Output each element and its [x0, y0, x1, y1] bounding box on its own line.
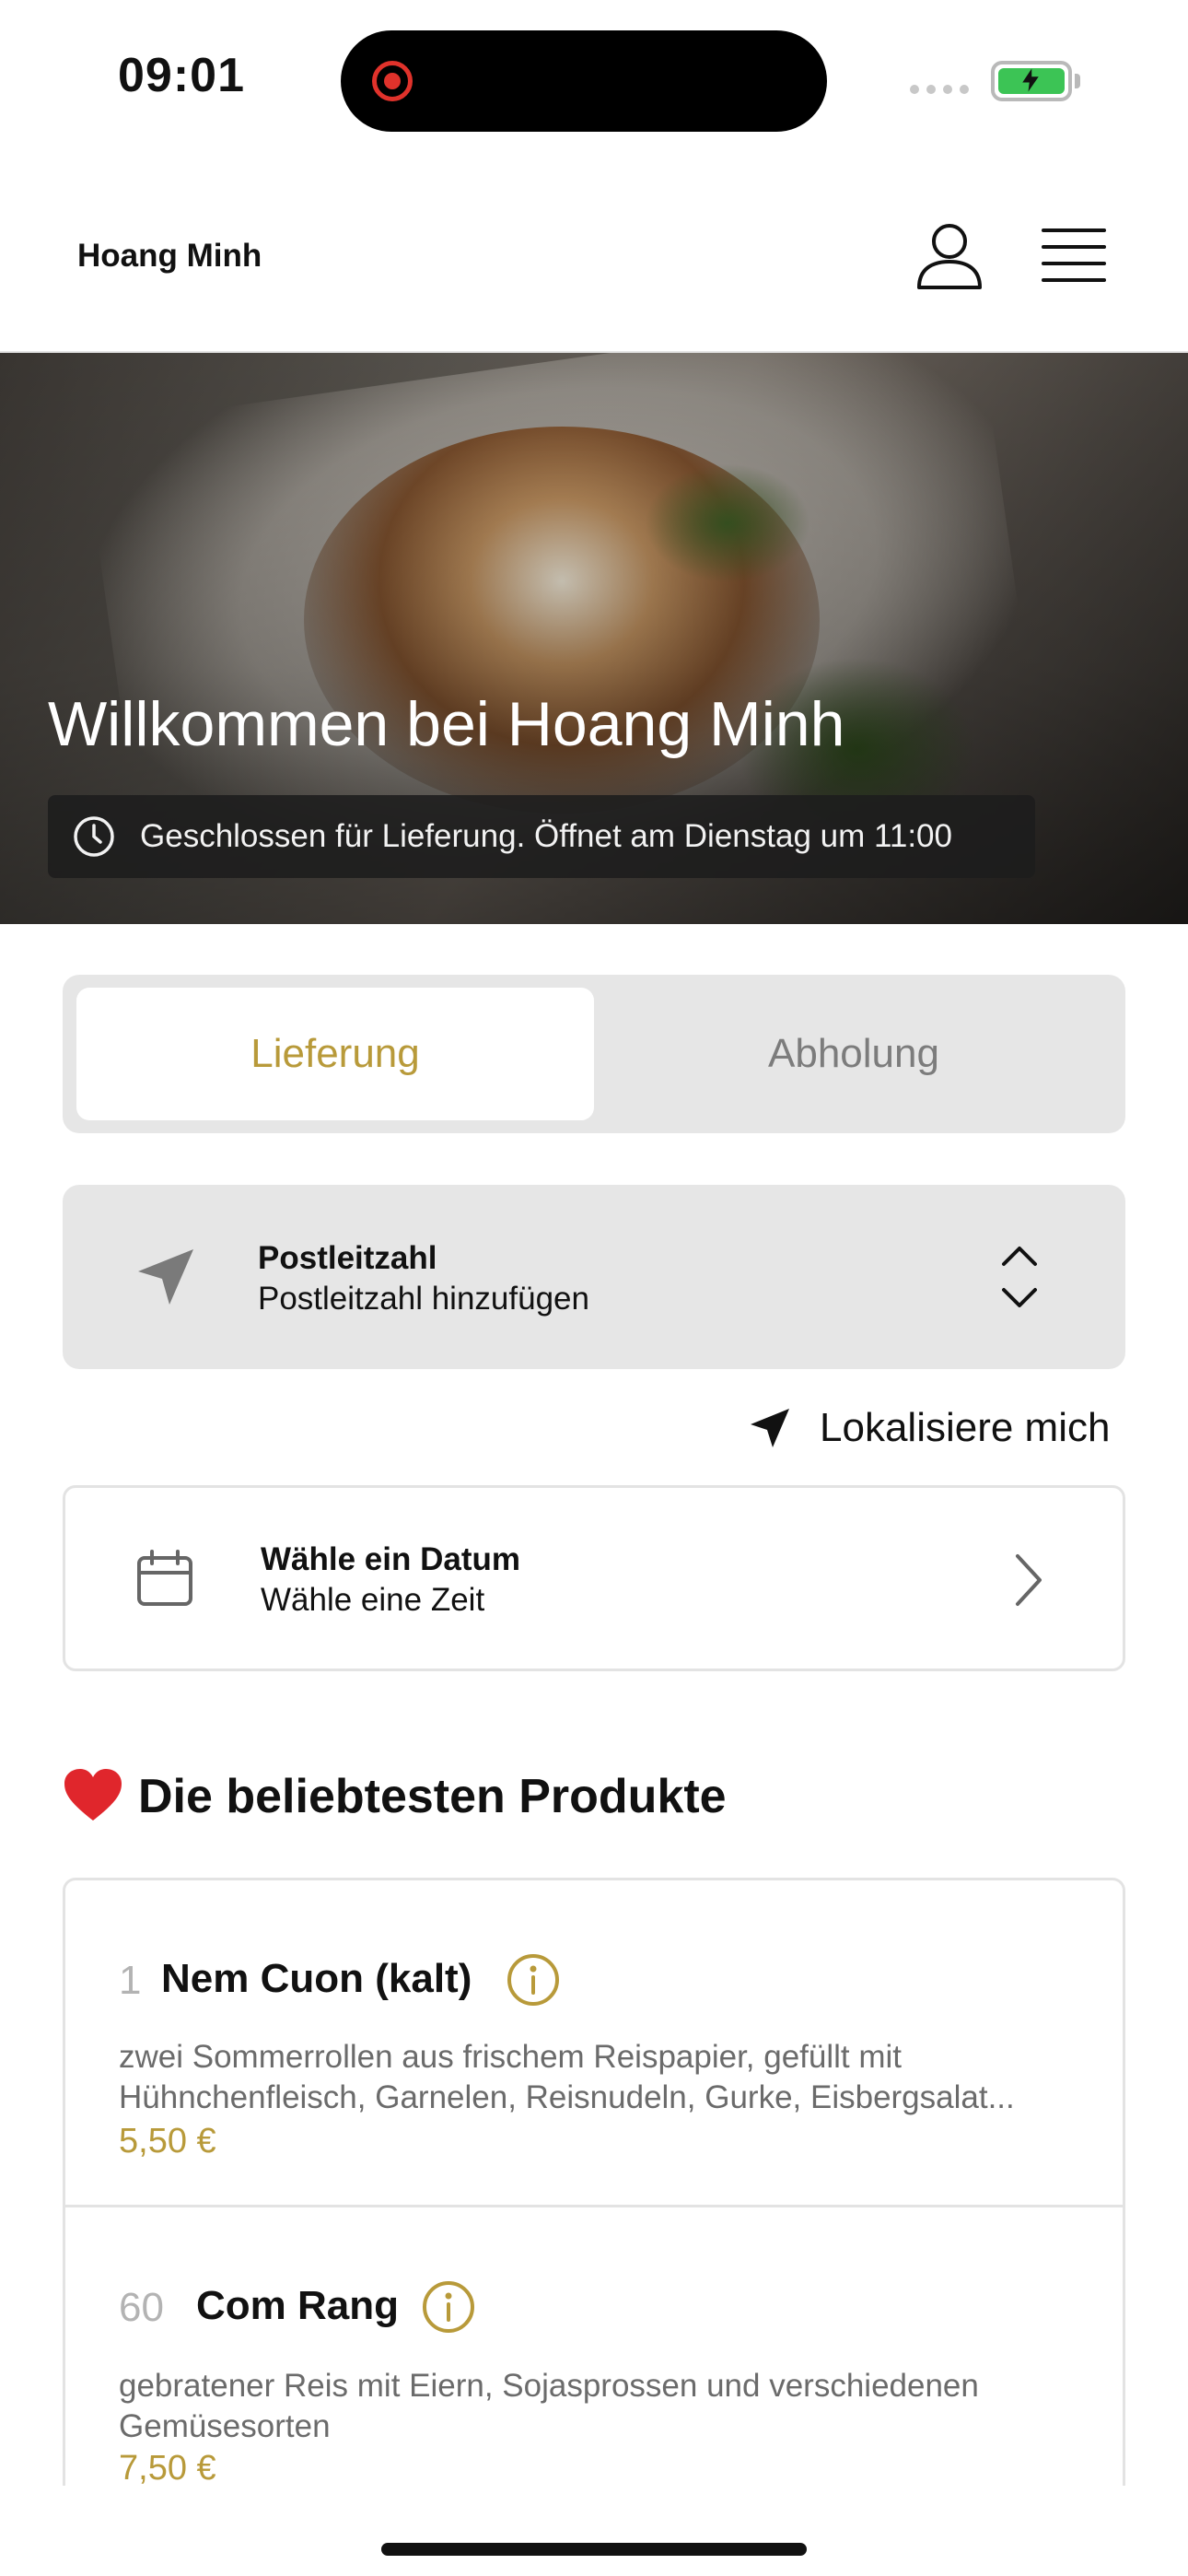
account-button[interactable]	[915, 221, 984, 291]
clock-icon	[74, 816, 114, 857]
location-arrow-icon	[751, 1409, 789, 1447]
hero-title: Willkommen bei Hoang Minh	[48, 689, 845, 759]
product-number: 1	[119, 1958, 142, 2003]
dynamic-island	[341, 30, 827, 132]
product-description: gebratener Reis mit Eiern, Sojasprossen …	[119, 2368, 979, 2444]
closed-notice: Geschlossen für Lieferung. Öffnet am Die…	[48, 795, 1035, 878]
closed-notice-text: Geschlossen für Lieferung. Öffnet am Die…	[140, 818, 952, 854]
product-description: zwei Sommerrollen aus frischem Reispapie…	[119, 2039, 1015, 2115]
time-label: Wähle eine Zeit	[261, 1582, 485, 1618]
chevron-right-icon	[1016, 1554, 1042, 1606]
calendar-icon	[137, 1550, 192, 1606]
postcode-selector[interactable]: Postleitzahl Postleitzahl hinzufügen	[63, 1185, 1125, 1369]
info-icon[interactable]	[506, 1952, 561, 2008]
postcode-placeholder: Postleitzahl hinzufügen	[258, 1281, 589, 1317]
tab-delivery[interactable]: Lieferung	[76, 988, 594, 1120]
battery-icon	[991, 61, 1072, 101]
hero-banner: Willkommen bei Hoang Minh Geschlossen fü…	[0, 353, 1188, 924]
date-label: Wähle ein Datum	[261, 1541, 520, 1577]
product-item[interactable]: 60 Com Rang gebratener Reis mit Eiern, S…	[65, 2207, 1123, 2486]
heart-icon	[64, 1769, 122, 1821]
section-title: Die beliebtesten Produkte	[138, 1770, 727, 1823]
product-name: Com Rang	[196, 2283, 399, 2328]
date-time-selector[interactable]: Wähle ein Datum Wähle eine Zeit	[63, 1485, 1125, 1671]
product-price: 5,50 €	[119, 2122, 216, 2160]
brand-name[interactable]: Hoang Minh	[77, 238, 262, 275]
product-number: 60	[119, 2285, 164, 2330]
product-name: Nem Cuon (kalt)	[161, 1956, 472, 2001]
screen-recording-icon	[372, 61, 413, 101]
home-indicator[interactable]	[381, 2543, 807, 2556]
locate-me-button[interactable]: Lokalisiere mich	[748, 1400, 1110, 1456]
cellular-signal-icon	[910, 85, 969, 94]
status-time: 09:01	[118, 49, 245, 102]
menu-button[interactable]	[1041, 227, 1107, 286]
hamburger-menu-icon	[1042, 228, 1106, 282]
user-icon	[917, 224, 982, 289]
chevron-up-down-icon	[1002, 1247, 1037, 1307]
postcode-label: Postleitzahl	[258, 1240, 437, 1276]
info-icon[interactable]	[421, 2279, 476, 2335]
location-arrow-icon	[138, 1249, 193, 1305]
tab-pickup[interactable]: Abholung	[595, 988, 1112, 1120]
order-mode-toggle: Lieferung Abholung	[63, 975, 1125, 1133]
product-item[interactable]: 1 Nem Cuon (kalt) zwei Sommerrollen aus …	[65, 1880, 1123, 2207]
product-list: 1 Nem Cuon (kalt) zwei Sommerrollen aus …	[63, 1878, 1125, 2486]
locate-me-label: Lokalisiere mich	[820, 1405, 1111, 1450]
battery-tip	[1075, 74, 1080, 88]
product-price: 7,50 €	[119, 2449, 216, 2486]
